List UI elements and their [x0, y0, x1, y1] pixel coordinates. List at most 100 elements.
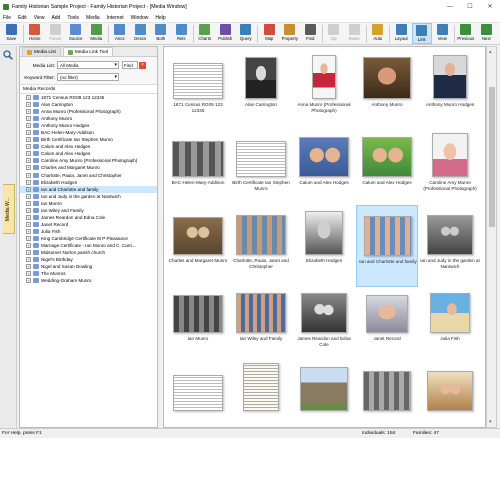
media-thumbnail[interactable]: Elizabeth Hodges — [293, 205, 355, 287]
media-record-row[interactable]: + Wedding-Graham Munro — [20, 277, 157, 284]
menu-internet[interactable]: Internet — [107, 15, 124, 21]
scroll-down-icon[interactable]: ▾ — [489, 419, 492, 425]
expand-icon[interactable]: + — [26, 186, 31, 192]
media-record-row[interactable]: + Charles and Margaret Munro — [20, 164, 157, 171]
toolbar-link-button[interactable]: Link — [411, 23, 432, 44]
media-record-row[interactable]: + Elizabeth Hodges — [20, 179, 157, 186]
expand-icon[interactable]: + — [26, 165, 31, 171]
media-thumbnail[interactable]: Charles and Margaret Munro — [167, 205, 229, 287]
media-thumbnail[interactable]: Anna Munro (Professional Photograph) — [293, 49, 355, 131]
media-list-dropdown[interactable]: All Media — [57, 61, 119, 69]
media-record-row[interactable]: +1871 Census RG09 123 12345 — [20, 94, 157, 101]
toolbar-down-button[interactable]: Down — [344, 23, 365, 44]
media-record-row[interactable]: + King Cambridge Certificate M P Pleasanc… — [20, 235, 157, 242]
media-record-row[interactable]: + Anthony Munro Hodges — [20, 122, 157, 129]
scrollbar-thumb[interactable] — [489, 87, 495, 227]
expand-icon[interactable]: + — [26, 130, 31, 136]
media-record-row[interactable]: + Alan Carrington — [20, 101, 157, 108]
media-record-row[interactable]: + Ian Wiley and Family — [20, 207, 157, 214]
media-record-row[interactable]: + James Reardon and Edna Cole — [20, 214, 157, 221]
expand-icon[interactable]: + — [26, 137, 31, 143]
expand-icon[interactable]: + — [26, 109, 31, 115]
expand-icon[interactable]: + — [26, 158, 31, 164]
media-thumbnail[interactable]: Calum and Alex Hodges — [356, 127, 418, 209]
media-thumbnail[interactable] — [419, 361, 481, 427]
media-record-row[interactable]: + Ian and Charlotte and family — [20, 185, 157, 193]
media-thumbnail[interactable]: Ian and Charlotte and family — [356, 205, 418, 287]
toolbar-focus-button[interactable]: Focus — [45, 23, 66, 44]
media-thumbnail[interactable]: James Reardon and Edna Cole — [293, 283, 355, 365]
media-record-row[interactable]: + Anthony Munro — [20, 115, 157, 122]
media-thumbnail[interactable]: Alan Carrington — [230, 49, 292, 131]
media-thumbnail[interactable] — [230, 361, 292, 427]
find-button[interactable]: Find — [122, 61, 138, 69]
toolbar-find-button[interactable]: Find — [300, 23, 321, 44]
media-record-row[interactable]: + The Munros — [20, 270, 157, 277]
media-record-row[interactable]: + Julia Fish — [20, 228, 157, 235]
maximize-button[interactable]: ☐ — [460, 0, 480, 13]
media-record-row[interactable]: + Marriage Certificate - Ian Munro and C.… — [20, 242, 157, 249]
media-record-row[interactable]: + Caroline Amy Munro (Professional Photog… — [20, 157, 157, 164]
toolbar-ancs-button[interactable]: Ancs — [110, 23, 131, 44]
tab-media-link-tool[interactable]: Media Link Tool — [62, 47, 114, 56]
media-record-row[interactable]: + Charlotte, Paula, Janet and Christopher — [20, 172, 157, 179]
expand-icon[interactable]: + — [26, 214, 31, 220]
media-record-row[interactable]: + Nigel's Birthday — [20, 256, 157, 263]
toolbar-save-button[interactable]: Save — [1, 23, 22, 44]
toolbar-map-button[interactable]: Map — [259, 23, 280, 44]
scroll-up-icon[interactable]: ▴ — [489, 49, 492, 55]
menu-window[interactable]: Window — [131, 15, 149, 21]
toolbar-query-button[interactable]: Query — [236, 23, 257, 44]
menu-help[interactable]: Help — [155, 15, 165, 21]
media-thumbnail[interactable]: Janet Record — [356, 283, 418, 365]
media-thumbnail[interactable] — [293, 361, 355, 427]
menu-view[interactable]: View — [34, 15, 45, 21]
media-record-row[interactable]: + Midsomer Norton parish church — [20, 249, 157, 256]
toolbar-charts-button[interactable]: Charts — [195, 23, 216, 44]
toolbar-layout-button[interactable]: Layout — [391, 23, 412, 44]
expand-icon[interactable]: + — [26, 200, 31, 206]
expand-icon[interactable]: + — [26, 179, 31, 185]
expand-icon[interactable]: + — [26, 243, 31, 248]
menu-add[interactable]: Add — [51, 15, 60, 21]
menu-tools[interactable]: Tools — [67, 15, 79, 21]
toolbar-media-button[interactable]: Media — [86, 23, 107, 44]
expand-icon[interactable]: + — [26, 102, 31, 108]
expand-icon[interactable]: + — [26, 193, 31, 199]
expand-icon[interactable]: + — [26, 151, 31, 157]
menu-media[interactable]: Media — [86, 15, 100, 21]
media-thumbnail[interactable]: Ian and Judy in the garden at Nantwich — [419, 205, 481, 287]
media-thumbnail[interactable]: Anthony Munro Hodges — [419, 49, 481, 131]
tab-media-list[interactable]: Media List — [22, 47, 61, 56]
toolbar-previous-button[interactable]: Previous — [456, 23, 477, 44]
menu-file[interactable]: File — [3, 15, 11, 21]
media-record-row[interactable]: + Calum and Alex Hodges — [20, 150, 157, 157]
media-record-row[interactable]: + BAC-Helen-Mary-Addison — [20, 129, 157, 136]
media-window-side-tab[interactable]: Media W... — [3, 184, 15, 234]
media-thumbnail[interactable]: Caroline Amy Munro (Professional Photogr… — [419, 127, 481, 209]
toolbar-up-button[interactable]: Up — [324, 23, 345, 44]
media-thumbnail[interactable]: Ian Wiley and Family — [230, 283, 292, 365]
expand-icon[interactable]: + — [26, 144, 31, 150]
media-record-row[interactable]: + Calum and Alex Hodges — [20, 143, 157, 150]
media-thumbnail[interactable]: Calum and Alex Hodges — [293, 127, 355, 209]
media-thumbnail[interactable] — [167, 361, 229, 427]
magnifier-icon[interactable] — [3, 50, 13, 60]
expand-icon[interactable]: + — [26, 172, 31, 178]
media-record-row[interactable]: + Anna Munro (Professional Photograph) — [20, 108, 157, 115]
menu-edit[interactable]: Edit — [18, 15, 27, 21]
expand-icon[interactable]: + — [26, 207, 31, 213]
media-thumbnail[interactable] — [356, 361, 418, 427]
expand-icon[interactable]: + — [26, 123, 31, 129]
gallery-scrollbar[interactable]: ▴ ▾ — [486, 46, 497, 428]
expand-icon[interactable]: + — [26, 221, 31, 227]
media-thumbnail[interactable]: Birth Certificate Ian Stephen Munro — [230, 127, 292, 209]
expand-icon[interactable]: + — [26, 116, 31, 122]
toolbar-home-button[interactable]: Home — [25, 23, 46, 44]
media-thumbnail[interactable]: Julia Fish — [419, 283, 481, 365]
media-thumbnail[interactable]: Charlotte, Paula, Janet and Christopher — [230, 205, 292, 287]
toolbar-auto-button[interactable]: Auto — [368, 23, 389, 44]
media-record-row[interactable]: + Ian Munro — [20, 200, 157, 207]
expand-icon[interactable]: + — [26, 228, 31, 234]
toolbar-rels-button[interactable]: Rels — [171, 23, 192, 44]
